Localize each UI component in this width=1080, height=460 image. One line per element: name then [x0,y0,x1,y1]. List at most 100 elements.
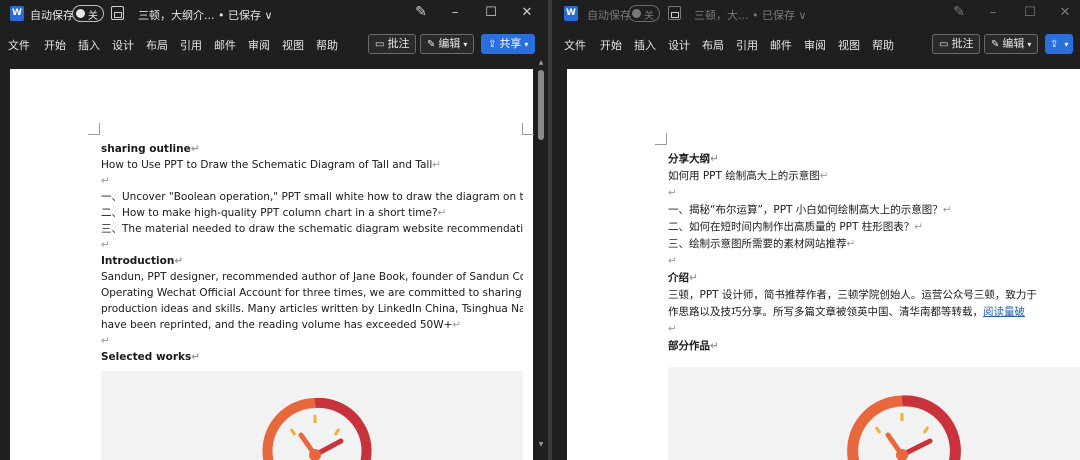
menu-mailings[interactable]: 邮件 [770,37,792,53]
scrollbar-thumb[interactable] [538,70,544,140]
outline-item: 一、Uncover "Boolean operation," PPT small… [101,191,523,203]
document-canvas[interactable]: sharing outline↵ How to Use PPT to Draw … [0,60,548,460]
title-bar: W 自动保存 关 三顿，大... • 已保存 ∨ ✎ – ☐ ✕ [552,0,1080,28]
menu-home[interactable]: 开始 [600,37,622,53]
edit-button-label: 编辑 [438,37,461,50]
scroll-up-icon[interactable]: ▲ [537,60,545,66]
intro-line: Sandun, PPT designer, recommended author… [101,271,523,283]
menu-help[interactable]: 帮助 [316,37,338,53]
share-button[interactable]: ⇪ ▾ [1045,34,1074,54]
paragraph-mark: ↵ [668,323,677,335]
share-button-label: 共享 [499,37,522,50]
vertical-scrollbar[interactable]: ▲ ▼ [538,60,544,448]
comment-button[interactable]: ▭ 批注 [368,34,417,54]
margin-corner [655,133,667,145]
menu-help[interactable]: 帮助 [872,37,894,53]
doc-subtitle: 如何用 PPT 绘制高大上的示意图↵ [668,170,829,182]
word-app-icon: W [564,6,578,21]
save-icon[interactable] [668,6,681,20]
minimize-icon[interactable]: – [982,3,1004,23]
chevron-down-icon: ▾ [1027,40,1032,49]
comment-button-label: 批注 [387,37,410,50]
autosave-toggle[interactable]: 关 [72,5,104,22]
comment-button-label: 批注 [951,37,974,50]
document-body[interactable]: 分享大纲↵ 如何用 PPT 绘制高大上的示意图↵ ↵ 一、揭秘“布尔运算”，PP… [668,151,1080,355]
toggle-knob [632,9,641,18]
menu-references[interactable]: 引用 [736,37,758,53]
close-icon[interactable]: ✕ [1054,3,1076,23]
edit-button-label: 编辑 [1002,37,1025,50]
comment-icon: ▭ [375,39,385,50]
autosave-label: 自动保存 [587,9,631,22]
clock-icon [262,397,372,460]
edit-pen-icon: ✎ [427,39,436,50]
menu-view[interactable]: 视图 [282,37,304,53]
menu-view[interactable]: 视图 [838,37,860,53]
menu-layout[interactable]: 布局 [146,37,168,53]
outline-item: 三、The material needed to draw the schema… [101,223,523,235]
margin-corner [522,123,534,135]
paragraph-mark: ↵ [668,255,677,267]
heading-sharing-outline: 分享大纲↵ [668,153,719,165]
doc-subtitle: How to Use PPT to Draw the Schematic Dia… [101,159,442,171]
menu-home[interactable]: 开始 [44,37,66,53]
menu-insert[interactable]: 插入 [78,37,100,53]
comment-button[interactable]: ▭ 批注 [932,34,981,54]
edit-pen-icon: ✎ [991,39,1000,50]
menu-design[interactable]: 设计 [112,37,134,53]
paragraph-mark: ↵ [101,239,110,251]
margin-corner [88,123,100,135]
save-icon[interactable] [111,6,124,20]
ribbon-menu: 文件 开始 插入 设计 布局 引用 邮件 审阅 视图 帮助 ▭ 批注 ✎ 编辑 ▾ ⇪… [552,28,1080,60]
minimize-icon[interactable]: – [444,3,466,23]
toggle-state-label: 关 [88,11,98,22]
chevron-down-icon: ▾ [463,40,468,49]
menu-design[interactable]: 设计 [668,37,690,53]
scroll-down-icon[interactable]: ▼ [537,442,545,448]
heading-sharing-outline: sharing outline↵ [101,143,200,155]
menu-layout[interactable]: 布局 [702,37,724,53]
reading-count-link[interactable]: 阅读量破 [983,306,1025,318]
clock-icon [847,395,961,460]
document-body[interactable]: sharing outline↵ How to Use PPT to Draw … [101,141,523,365]
toggle-state-label: 关 [644,11,654,22]
chevron-down-icon: ▾ [524,40,529,49]
intro-line: have been reprinted, and the reading vol… [101,319,462,331]
menu-review[interactable]: 审阅 [248,37,270,53]
outline-item: 二、How to make high-quality PPT column ch… [101,207,447,219]
pen-icon[interactable]: ✎ [412,4,430,22]
document-title[interactable]: 三顿，大纲介... • 已保存 ∨ [138,7,273,23]
close-icon[interactable]: ✕ [516,3,538,23]
autosave-label: 自动保存 [30,9,74,22]
edit-button[interactable]: ✎ 编辑 ▾ [984,34,1039,54]
share-button[interactable]: ⇪ 共享 ▾ [481,34,536,54]
edit-button[interactable]: ✎ 编辑 ▾ [420,34,475,54]
title-bar: W 自动保存 关 三顿，大纲介... • 已保存 ∨ ✎ – ☐ ✕ [0,0,548,28]
heading-introduction: Introduction↵ [101,255,184,267]
menu-insert[interactable]: 插入 [634,37,656,53]
document-page[interactable]: sharing outline↵ How to Use PPT to Draw … [10,69,534,460]
comment-icon: ▭ [939,39,949,50]
menu-file[interactable]: 文件 [564,37,586,53]
word-window-english: W 自动保存 关 三顿，大纲介... • 已保存 ∨ ✎ – ☐ ✕ 文件 开始… [0,0,548,460]
maximize-icon[interactable]: ☐ [480,3,502,23]
menu-file[interactable]: 文件 [8,37,30,53]
menu-references[interactable]: 引用 [180,37,202,53]
outline-item: 二、如何在短时间内制作出高质量的 PPT 柱形图表？↵ [668,221,924,233]
document-canvas[interactable]: 分享大纲↵ 如何用 PPT 绘制高大上的示意图↵ ↵ 一、揭秘“布尔运算”，PP… [552,60,1080,460]
intro-line: 作思路以及技巧分享。所写多篇文章被领英中国、清华南都等转载，阅读量破 [668,306,1025,318]
autosave-toggle[interactable]: 关 [628,5,660,22]
document-page[interactable]: 分享大纲↵ 如何用 PPT 绘制高大上的示意图↵ ↵ 一、揭秘“布尔运算”，PP… [567,69,1080,460]
menu-review[interactable]: 审阅 [804,37,826,53]
pen-icon[interactable]: ✎ [950,4,968,22]
share-icon: ⇪ [488,39,497,50]
paragraph-mark: ↵ [668,187,677,199]
maximize-icon[interactable]: ☐ [1019,3,1041,23]
word-window-chinese: W 自动保存 关 三顿，大... • 已保存 ∨ ✎ – ☐ ✕ 文件 开始 插… [552,0,1080,460]
heading-introduction: 介绍↵ [668,272,698,284]
heading-selected-works: 部分作品↵ [668,340,719,352]
menu-mailings[interactable]: 邮件 [214,37,236,53]
clock-illustration[interactable] [101,371,523,460]
clock-illustration[interactable] [668,367,1080,460]
document-title[interactable]: 三顿，大... • 已保存 ∨ [694,7,807,23]
